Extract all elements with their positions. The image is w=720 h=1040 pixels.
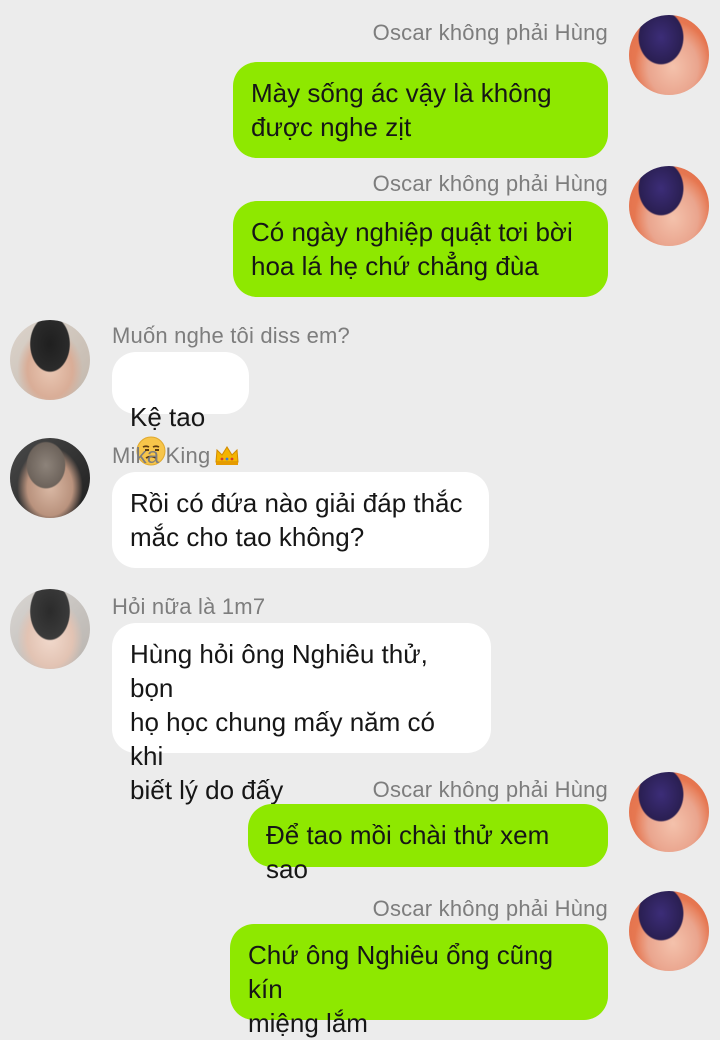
user-avatar[interactable]: [10, 438, 90, 518]
chat-message[interactable]: Mika King Rồi có đứa nào giải đáp thắc m…: [0, 438, 720, 568]
sender-name: Hỏi nữa là 1m7: [112, 594, 266, 619]
user-avatar[interactable]: [10, 589, 90, 669]
message-bubble[interactable]: Kệ tao: [112, 352, 249, 466]
message-bubble[interactable]: Có ngày nghiệp quật tơi bời hoa lá hẹ ch…: [233, 201, 608, 297]
sender-name: Oscar không phải Hùng: [372, 777, 608, 802]
chat-message[interactable]: Oscar không phải Hùng Có ngày nghiệp quậ…: [0, 166, 720, 297]
message-text: Kệ tao: [130, 402, 206, 432]
chat-message[interactable]: Oscar không phải Hùng Mày sống ác vậy là…: [0, 15, 720, 158]
message-bubble[interactable]: Mày sống ác vậy là không được nghe zịt: [233, 62, 608, 158]
oscar-avatar[interactable]: [629, 891, 709, 971]
crown-icon: [215, 446, 239, 465]
user-avatar[interactable]: [10, 320, 90, 400]
message-bubble[interactable]: Rồi có đứa nào giải đáp thắc mắc cho tao…: [112, 472, 489, 568]
oscar-avatar[interactable]: [629, 15, 709, 95]
chat-message[interactable]: Oscar không phải Hùng Để tao mồi chài th…: [0, 772, 720, 884]
message-bubble[interactable]: Chứ ông Nghiêu ổng cũng kín miệng lắm: [230, 924, 608, 1038]
sender-name: Oscar không phải Hùng: [372, 20, 608, 45]
chat-message[interactable]: Hỏi nữa là 1m7 Hùng hỏi ông Nghiêu thử, …: [0, 589, 720, 805]
sender-name: Oscar không phải Hùng: [372, 896, 608, 921]
oscar-avatar[interactable]: [629, 772, 709, 852]
sender-name: Mika King: [112, 443, 240, 469]
sender-name-text: Mika King: [112, 443, 211, 468]
message-bubble[interactable]: Hùng hỏi ông Nghiêu thử, bọn họ học chun…: [112, 623, 491, 805]
chat-message[interactable]: Oscar không phải Hùng Chứ ông Nghiêu ổng…: [0, 891, 720, 1038]
oscar-avatar[interactable]: [629, 166, 709, 246]
message-bubble[interactable]: Để tao mồi chài thử xem sao: [248, 804, 608, 884]
sender-name: Oscar không phải Hùng: [372, 171, 608, 196]
sender-name: Muốn nghe tôi diss em?: [112, 323, 350, 348]
chat-message[interactable]: Muốn nghe tôi diss em? Kệ tao: [0, 318, 720, 466]
